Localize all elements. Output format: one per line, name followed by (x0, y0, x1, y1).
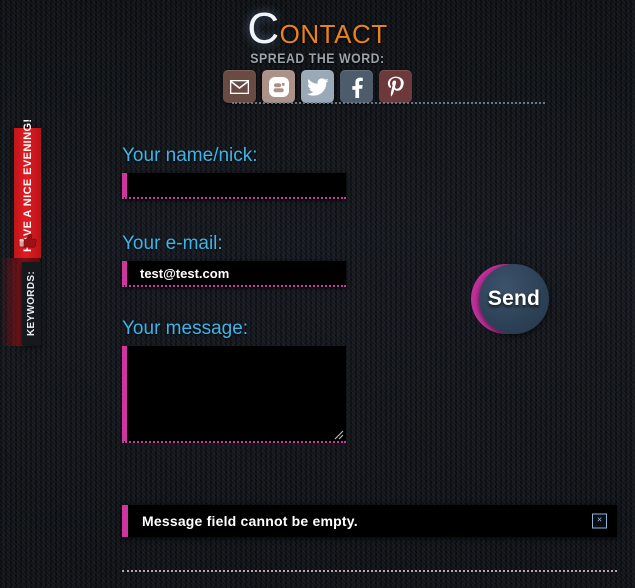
footer-divider (122, 570, 617, 572)
send-button[interactable]: Send (471, 264, 549, 334)
share-blogger-button[interactable] (262, 70, 295, 103)
message-field-wrapper[interactable] (122, 346, 346, 443)
name-field-label: Your name/nick: (122, 145, 258, 166)
twitter-icon (306, 77, 329, 96)
name-field-accent-bar (122, 173, 127, 197)
email-input[interactable] (122, 261, 346, 285)
contact-page: Contact Spread the word: (0, 0, 635, 588)
message-field-label: Your message: (122, 318, 249, 339)
close-icon[interactable]: × (592, 513, 607, 529)
share-email-button[interactable] (223, 70, 256, 103)
name-field-wrapper[interactable] (122, 173, 346, 199)
sidebar-tab-keywords[interactable]: Keywords: (22, 262, 41, 345)
blogger-icon (268, 76, 290, 98)
share-facebook-button[interactable] (340, 70, 373, 103)
name-input[interactable] (122, 173, 346, 197)
send-button-label: Send (487, 287, 541, 310)
facebook-icon (351, 76, 363, 98)
spacer-name-email (122, 199, 346, 232)
social-share-bar (0, 70, 635, 103)
spread-the-word-label: Spread the word: (250, 50, 385, 66)
error-message-text: Message field cannot be empty. (142, 513, 358, 529)
sidebar-tab-greeting[interactable]: Have a nice evening! (14, 119, 41, 258)
message-field-accent-bar (122, 346, 127, 441)
page-title-initial: C (247, 4, 280, 53)
page-title: Contact (0, 7, 635, 52)
email-field-wrapper[interactable] (122, 261, 346, 287)
pinterest-icon (387, 76, 404, 98)
email-icon (230, 79, 249, 94)
share-twitter-button[interactable] (301, 70, 334, 103)
send-button-disc: Send (479, 264, 549, 334)
page-title-rest: ontact (279, 10, 388, 51)
error-accent-bar (122, 505, 128, 537)
contact-form: Your name/nick: Your e-mail: Your messag… (122, 144, 346, 443)
message-textarea[interactable] (122, 346, 346, 441)
spacer-email-message (122, 287, 346, 317)
sidebar-tab-keywords-label: Keywords: (26, 271, 37, 336)
error-message-bar: Message field cannot be empty. × (122, 505, 617, 537)
thumbs-up-icon (18, 232, 37, 254)
email-field-accent-bar (122, 261, 127, 285)
email-field-label: Your e-mail: (122, 233, 223, 254)
share-pinterest-button[interactable] (379, 70, 412, 103)
header-divider (232, 102, 545, 104)
